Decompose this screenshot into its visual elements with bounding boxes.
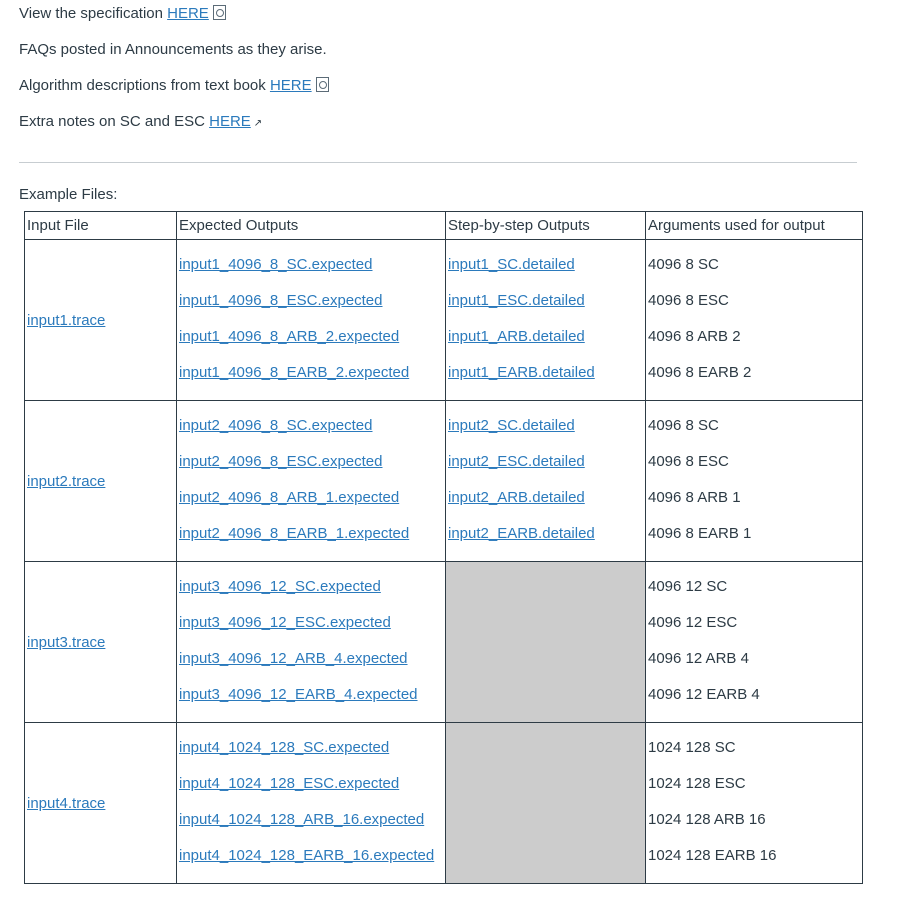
spec-paragraph: View the specification HERE: [19, 4, 879, 40]
spec-text: View the specification: [19, 5, 168, 22]
argument-text: 4096 8 SC: [648, 417, 719, 434]
detailed-link[interactable]: input2_SC.detailed: [448, 417, 575, 434]
empty-detailed-cell: [445, 722, 646, 884]
algo-link[interactable]: HERE: [270, 77, 312, 94]
arguments-cell: 4096 8 SC 4096 8 ESC 4096 8 ARB 1 4096 8…: [645, 400, 863, 562]
argument-text: 1024 128 ARB 16: [648, 811, 766, 828]
detailed-link[interactable]: input2_ARB.detailed: [448, 489, 585, 506]
argument-text: 4096 12 ESC: [648, 614, 738, 631]
argument-text: 1024 128 EARB 16: [648, 847, 777, 864]
example-files-table: Input File Expected Outputs Step-by-step…: [24, 211, 863, 884]
document-icon[interactable]: [315, 77, 329, 92]
table-row: input4.trace input4_1024_128_SC.expected…: [24, 722, 863, 884]
input-file-cell: input1.trace: [24, 239, 177, 401]
expected-link[interactable]: input2_4096_8_SC.expected: [179, 417, 373, 434]
faq-text: FAQs posted in Announcements as they ari…: [19, 41, 327, 58]
notes-link[interactable]: HERE: [209, 113, 251, 130]
input-file-cell: input2.trace: [24, 400, 177, 562]
arguments-cell: 4096 8 SC 4096 8 ESC 4096 8 ARB 2 4096 8…: [645, 239, 863, 401]
detailed-cell: input1_SC.detailed input1_ESC.detailed i…: [445, 239, 646, 401]
detailed-link[interactable]: input2_EARB.detailed: [448, 525, 595, 542]
table-row: input1.trace input1_4096_8_SC.expected i…: [24, 239, 863, 401]
argument-text: 4096 8 EARB 1: [648, 525, 752, 542]
expected-link[interactable]: input4_1024_128_SC.expected: [179, 739, 389, 756]
argument-text: 4096 12 ARB 4: [648, 650, 749, 667]
header-arguments: Arguments used for output: [645, 211, 863, 240]
detailed-cell: input2_SC.detailed input2_ESC.detailed i…: [445, 400, 646, 562]
external-link-icon: ↗: [253, 118, 263, 129]
expected-link[interactable]: input2_4096_8_EARB_1.expected: [179, 525, 409, 542]
table-row: input2.trace input2_4096_8_SC.expected i…: [24, 400, 863, 562]
expected-link[interactable]: input2_4096_8_ESC.expected: [179, 453, 383, 470]
expected-cell: input4_1024_128_SC.expected input4_1024_…: [176, 722, 446, 884]
argument-text: 4096 8 ARB 2: [648, 328, 741, 345]
expected-cell: input3_4096_12_SC.expected input3_4096_1…: [176, 561, 446, 723]
argument-text: 4096 12 SC: [648, 578, 728, 595]
notes-text: Extra notes on SC and ESC: [19, 113, 210, 130]
expected-link[interactable]: input1_4096_8_ARB_2.expected: [179, 328, 399, 345]
argument-text: 4096 8 SC: [648, 256, 719, 273]
faq-paragraph: FAQs posted in Announcements as they ari…: [19, 40, 879, 76]
detailed-link[interactable]: input1_SC.detailed: [448, 256, 575, 273]
argument-text: 4096 8 ESC: [648, 453, 729, 470]
detailed-link[interactable]: input1_ARB.detailed: [448, 328, 585, 345]
expected-link[interactable]: input1_4096_8_EARB_2.expected: [179, 364, 409, 381]
expected-link[interactable]: input3_4096_12_ARB_4.expected: [179, 650, 408, 667]
argument-text: 4096 8 ESC: [648, 292, 729, 309]
spec-link[interactable]: HERE: [167, 5, 209, 22]
divider: [19, 162, 857, 163]
expected-link[interactable]: input4_1024_128_ESC.expected: [179, 775, 399, 792]
input-file-cell: input3.trace: [24, 561, 177, 723]
expected-link[interactable]: input4_1024_128_ARB_16.expected: [179, 811, 424, 828]
expected-link[interactable]: input2_4096_8_ARB_1.expected: [179, 489, 399, 506]
input-file-cell: input4.trace: [24, 722, 177, 884]
arguments-cell: 1024 128 SC 1024 128 ESC 1024 128 ARB 16…: [645, 722, 863, 884]
expected-cell: input2_4096_8_SC.expected input2_4096_8_…: [176, 400, 446, 562]
notes-paragraph: Extra notes on SC and ESC HERE ↗: [19, 112, 879, 148]
input-file-link[interactable]: input1.trace: [27, 312, 105, 329]
table-row: input3.trace input3_4096_12_SC.expected …: [24, 561, 863, 723]
table-header-row: Input File Expected Outputs Step-by-step…: [24, 211, 863, 240]
expected-cell: input1_4096_8_SC.expected input1_4096_8_…: [176, 239, 446, 401]
empty-detailed-cell: [445, 561, 646, 723]
argument-text: 1024 128 ESC: [648, 775, 746, 792]
argument-text: 1024 128 SC: [648, 739, 736, 756]
expected-link[interactable]: input4_1024_128_EARB_16.expected: [179, 847, 434, 864]
header-step-outputs: Step-by-step Outputs: [445, 211, 646, 240]
detailed-link[interactable]: input1_ESC.detailed: [448, 292, 585, 309]
expected-link[interactable]: input1_4096_8_ESC.expected: [179, 292, 383, 309]
expected-link[interactable]: input3_4096_12_SC.expected: [179, 578, 381, 595]
argument-text: 4096 8 EARB 2: [648, 364, 752, 381]
detailed-link[interactable]: input1_EARB.detailed: [448, 364, 595, 381]
arguments-cell: 4096 12 SC 4096 12 ESC 4096 12 ARB 4 409…: [645, 561, 863, 723]
expected-link[interactable]: input3_4096_12_ESC.expected: [179, 614, 391, 631]
header-input-file: Input File: [24, 211, 177, 240]
document-icon[interactable]: [212, 5, 226, 20]
algo-text: Algorithm descriptions from text book: [19, 77, 270, 94]
detailed-link[interactable]: input2_ESC.detailed: [448, 453, 585, 470]
algo-paragraph: Algorithm descriptions from text book HE…: [19, 76, 879, 112]
argument-text: 4096 12 EARB 4: [648, 686, 760, 703]
header-expected-outputs: Expected Outputs: [176, 211, 446, 240]
page-content: View the specification HERE FAQs posted …: [0, 0, 879, 884]
input-file-link[interactable]: input4.trace: [27, 795, 105, 812]
argument-text: 4096 8 ARB 1: [648, 489, 741, 506]
input-file-link[interactable]: input2.trace: [27, 473, 105, 490]
input-file-link[interactable]: input3.trace: [27, 634, 105, 651]
example-files-label: Example Files:: [19, 186, 118, 203]
expected-link[interactable]: input3_4096_12_EARB_4.expected: [179, 686, 418, 703]
expected-link[interactable]: input1_4096_8_SC.expected: [179, 256, 373, 273]
